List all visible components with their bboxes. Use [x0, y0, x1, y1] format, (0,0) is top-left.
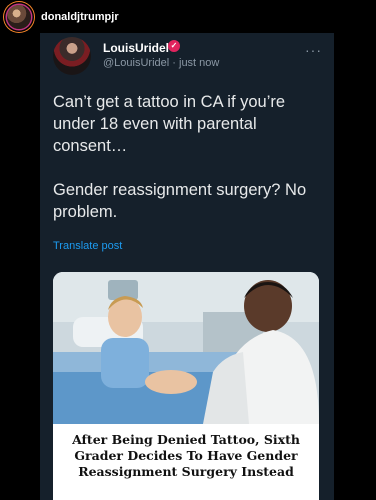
- timestamp: just now: [179, 57, 220, 69]
- display-name[interactable]: LouisUridel: [103, 41, 169, 55]
- handle[interactable]: @LouisUridel: [103, 57, 169, 69]
- story-avatar[interactable]: [7, 4, 31, 29]
- separator: ·: [172, 57, 176, 69]
- more-options-icon[interactable]: ···: [305, 42, 322, 58]
- profile-avatar[interactable]: [53, 37, 91, 75]
- instagram-header: donaldjtrumpjr: [0, 0, 376, 33]
- article-headline: After Being Denied Tattoo, Sixth Grader …: [53, 424, 319, 500]
- article-photo-illustration: [53, 272, 319, 424]
- instagram-username[interactable]: donaldjtrumpjr: [41, 11, 119, 23]
- tweet-card: LouisUridel ✓ @LouisUridel · just now ··…: [40, 33, 334, 500]
- translate-post-link[interactable]: Translate post: [53, 240, 122, 252]
- tweet-text: Can’t get a tattoo in CA if you’re under…: [53, 93, 307, 221]
- handle-line: @LouisUridel · just now: [103, 57, 219, 69]
- article-card[interactable]: After Being Denied Tattoo, Sixth Grader …: [53, 272, 319, 500]
- verified-badge-icon: ✓: [168, 40, 180, 52]
- article-photo: [53, 272, 319, 424]
